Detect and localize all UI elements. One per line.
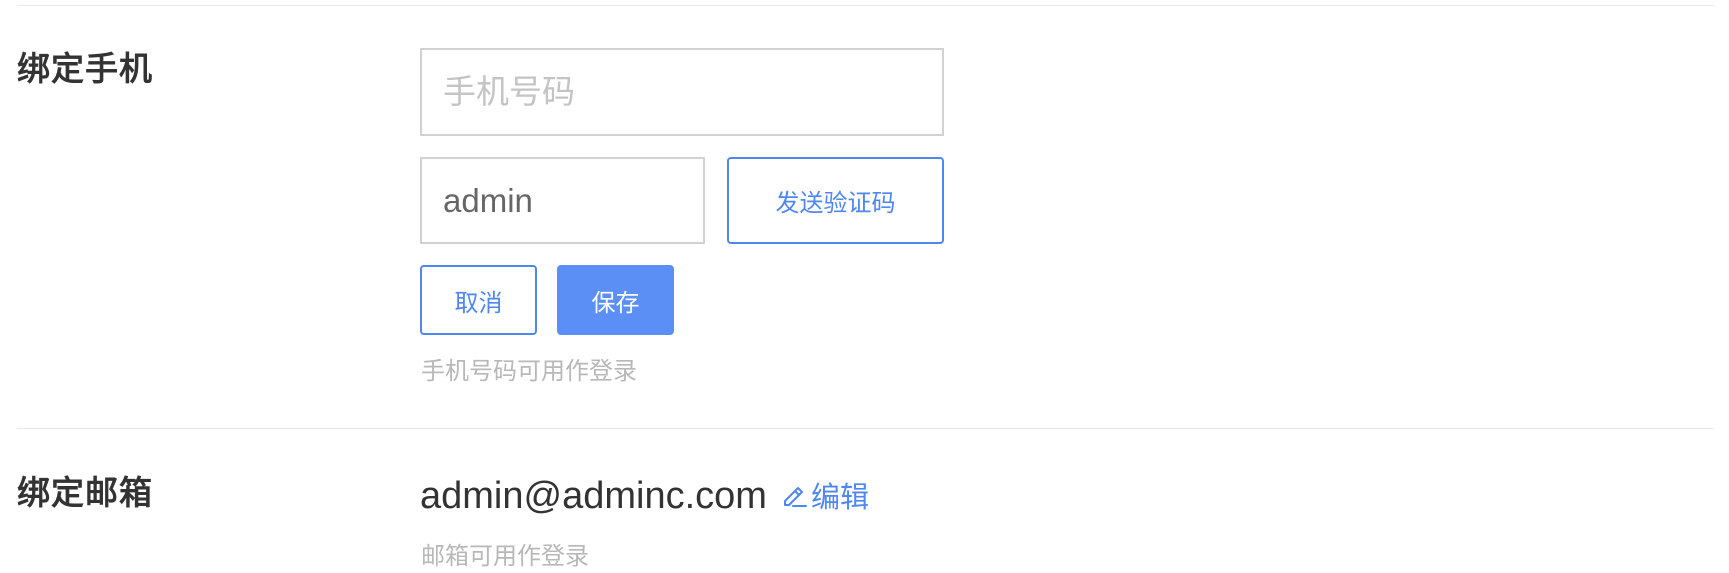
cancel-button[interactable]: 取消	[420, 265, 537, 335]
phone-number-input[interactable]	[420, 48, 944, 136]
verification-code-input[interactable]	[420, 157, 705, 244]
edit-label: 编辑	[811, 480, 870, 514]
bind-email-title: 绑定邮箱	[17, 473, 153, 512]
edit-email-link[interactable]: 编辑	[781, 481, 869, 514]
bind-phone-title: 绑定手机	[17, 49, 153, 88]
top-divider	[17, 5, 1714, 6]
send-code-button[interactable]: 发送验证码	[727, 157, 944, 244]
edit-pencil-icon	[781, 481, 811, 514]
email-value: admin@adminc.com	[420, 475, 767, 517]
email-hint-text: 邮箱可用作登录	[421, 542, 589, 570]
save-button[interactable]: 保存	[557, 265, 674, 335]
section-divider	[17, 428, 1714, 429]
phone-hint-text: 手机号码可用作登录	[421, 357, 637, 385]
